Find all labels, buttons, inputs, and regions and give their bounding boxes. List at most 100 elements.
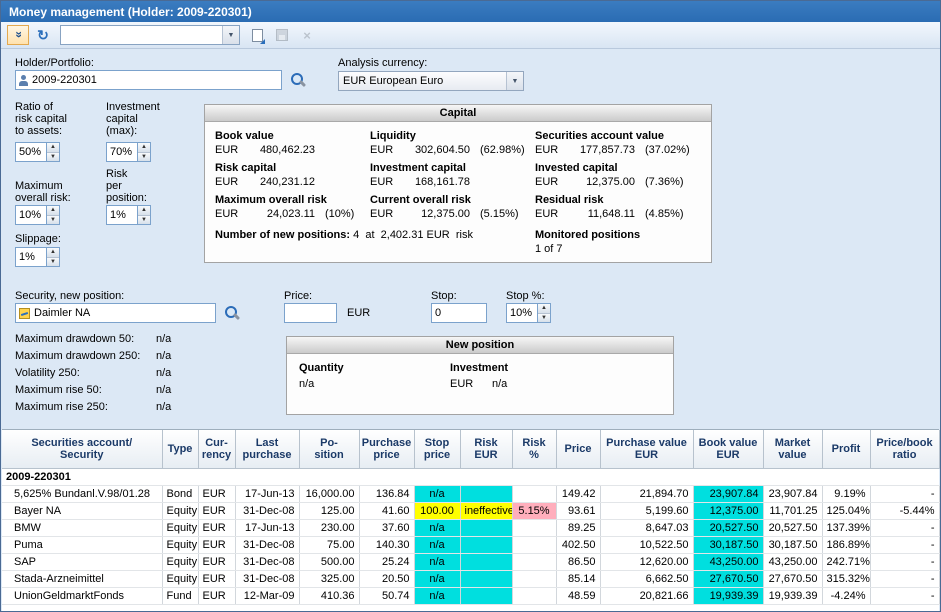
slippage-spinner[interactable]: ▲▼ [15,247,60,267]
cell-market_value: 19,939.39 [763,587,822,604]
cell-stop_price: n/a [414,587,460,604]
column-header[interactable]: Book value EUR [693,430,763,468]
stat-row: Volatility 250:n/a [15,365,171,382]
expand-button[interactable]: « [7,25,29,45]
spin-up-icon[interactable]: ▲ [47,206,59,215]
cell-risk_pct [512,570,556,587]
column-header[interactable]: Price/book ratio [870,430,939,468]
dropdown-arrow-icon[interactable]: ▼ [506,72,523,90]
risk-per-position-spinner[interactable]: ▲▼ [106,205,151,225]
spin-up-icon[interactable]: ▲ [138,206,150,215]
cell-purchase_price: 136.84 [359,485,414,502]
cell-purchase_value: 8,647.03 [600,519,693,536]
cell-currency: EUR [198,553,235,570]
cell-security: BMW [2,519,162,536]
spin-up-icon[interactable]: ▲ [47,248,59,257]
cell-position: 16,000.00 [299,485,359,502]
spin-down-icon[interactable]: ▼ [47,215,59,225]
title-bar[interactable]: Money management (Holder: 2009-220301) [1,1,940,22]
cell-type: Equity [162,536,198,553]
investment-currency: EUR [450,376,482,392]
cell-profit: 242.71% [822,553,870,570]
spin-down-icon[interactable]: ▼ [47,257,59,267]
spin-up-icon[interactable]: ▲ [138,143,150,152]
cell-price: 86.50 [556,553,600,570]
cell-risk_eur [460,536,512,553]
column-header[interactable]: Last purchase [235,430,299,468]
column-header[interactable]: Purchase value EUR [600,430,693,468]
price-input[interactable] [284,303,337,323]
investment-label: Investment [450,360,508,376]
dropdown-arrow-icon[interactable]: ▼ [222,26,239,44]
capital-bottom-row: Number of new positions: 4 at 2,402.31 E… [205,222,711,256]
table-row[interactable]: PumaEquityEUR31-Dec-0875.00140.30n/a402.… [2,536,939,553]
refresh-button[interactable]: ↻ [32,25,54,45]
toolbar-combobox[interactable]: ▼ [60,25,240,45]
table-body: 2009-2203015,625% Bundanl.V.98/01.28Bond… [2,468,939,604]
security-search-button[interactable] [222,303,242,323]
table-row[interactable]: UnionGeldmarktFondsFundEUR12-Mar-09410.3… [2,587,939,604]
cell-purchase_value: 5,199.60 [600,502,693,519]
holder-input-field[interactable] [32,72,278,88]
spin-down-icon[interactable]: ▼ [138,215,150,225]
investment-capital-spinner[interactable]: ▲▼ [106,142,151,162]
security-input[interactable] [15,303,216,323]
new-position-box-title: New position [287,337,673,354]
column-header[interactable]: Price [556,430,600,468]
column-header[interactable]: Purchase price [359,430,414,468]
maximum-overall-risk-spinner[interactable]: ▲▼ [15,205,60,225]
maximum-overall-risk-input[interactable] [15,205,46,225]
slippage-input[interactable] [15,247,46,267]
capital-item: Risk capitalEUR240,231.12 [215,161,370,190]
cell-price: 89.25 [556,519,600,536]
stop-percent-input[interactable] [506,303,537,323]
column-header[interactable]: Cur- rency [198,430,235,468]
analysis-currency-value: EUR European Euro [339,75,506,87]
monitored-positions-value: 1 of 7 [535,242,640,256]
cell-security: UnionGeldmarktFonds [2,587,162,604]
capital-item: Maximum overall riskEUR24,023.11(10%) [215,193,370,222]
table-row[interactable]: 5,625% Bundanl.V.98/01.28BondEUR17-Jun-1… [2,485,939,502]
spin-down-icon[interactable]: ▼ [138,152,150,162]
stop-input[interactable] [431,303,487,323]
cell-risk_eur [460,519,512,536]
ratio-risk-capital-spinner[interactable]: ▲▼ [15,142,60,162]
table-row[interactable]: Stada-ArzneimittelEquityEUR31-Dec-08325.… [2,570,939,587]
export-button[interactable] [246,25,268,45]
column-header[interactable]: Stop price [414,430,460,468]
security-input-field[interactable] [34,305,212,321]
cell-price_book: - [870,553,939,570]
investment-capital-input[interactable] [106,142,137,162]
column-header[interactable]: Profit [822,430,870,468]
spin-up-icon[interactable]: ▲ [47,143,59,152]
holder-icon [19,74,28,87]
export-icon [252,29,263,42]
column-header[interactable]: Risk % [512,430,556,468]
cell-stop_price: 100.00 [414,502,460,519]
spin-down-icon[interactable]: ▼ [538,313,550,323]
spin-up-icon[interactable]: ▲ [538,304,550,313]
analysis-currency-select[interactable]: EUR European Euro ▼ [338,71,524,91]
cell-risk_eur [460,587,512,604]
group-row[interactable]: 2009-220301 [2,468,939,485]
cell-book_value: 30,187.50 [693,536,763,553]
cell-type: Fund [162,587,198,604]
column-header[interactable]: Market value [763,430,822,468]
holder-search-button[interactable] [288,70,308,90]
table-row[interactable]: Bayer NAEquityEUR31-Dec-08125.0041.60100… [2,502,939,519]
risk-per-position-input[interactable] [106,205,137,225]
column-header[interactable]: Type [162,430,198,468]
column-header[interactable]: Securities account/ Security [2,430,162,468]
ratio-risk-capital-input[interactable] [15,142,46,162]
table-row[interactable]: BMWEquityEUR17-Jun-13230.0037.60n/a89.25… [2,519,939,536]
cell-price_book: -5.44% [870,502,939,519]
column-header[interactable]: Po- sition [299,430,359,468]
cell-position: 325.00 [299,570,359,587]
cell-type: Equity [162,570,198,587]
column-header[interactable]: Risk EUR [460,430,512,468]
spin-down-icon[interactable]: ▼ [47,152,59,162]
stop-percent-spinner[interactable]: ▲▼ [506,303,551,323]
holder-input[interactable] [15,70,282,90]
table-row[interactable]: SAPEquityEUR31-Dec-08500.0025.24n/a86.50… [2,553,939,570]
cell-purchase_price: 41.60 [359,502,414,519]
